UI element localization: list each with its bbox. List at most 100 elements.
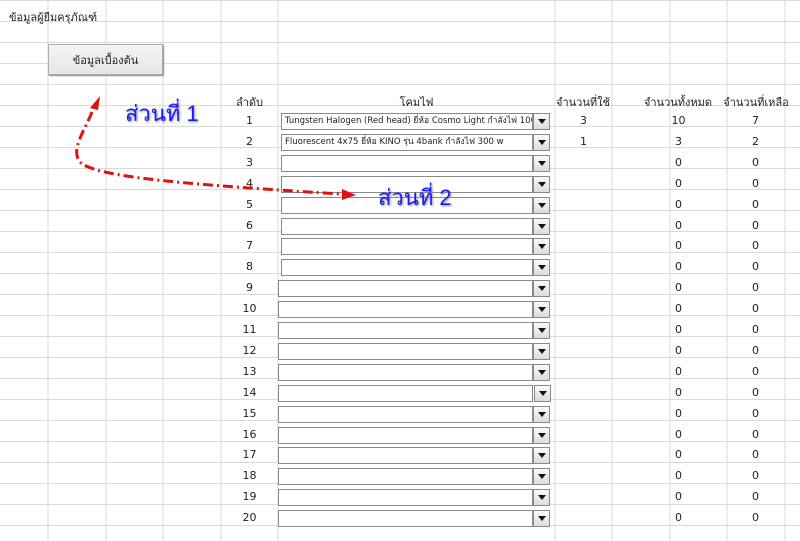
remaining-count: 0 xyxy=(752,323,759,336)
used-count xyxy=(555,320,612,340)
dropdown-arrow-button[interactable] xyxy=(533,133,550,151)
dropdown-arrow-button[interactable] xyxy=(533,468,550,486)
dropdown-arrow-button[interactable] xyxy=(533,426,550,444)
remaining-count: 0 xyxy=(752,511,759,525)
lamp-select[interactable] xyxy=(281,217,533,235)
remaining-count: 0 xyxy=(752,197,759,211)
row-number: 3 xyxy=(246,155,253,169)
row-number: 12 xyxy=(242,343,257,357)
total-count: 0 xyxy=(675,176,682,190)
lamp-select[interactable] xyxy=(278,342,533,360)
lamp-select[interactable] xyxy=(281,238,533,256)
remaining-count: 0 xyxy=(752,281,759,295)
lamp-select[interactable] xyxy=(278,447,533,465)
remaining-count: 2 xyxy=(752,134,759,148)
lamp-select[interactable] xyxy=(278,301,533,319)
lamp-select[interactable] xyxy=(278,510,533,528)
chevron-down-icon xyxy=(537,453,546,459)
used-count: 1 xyxy=(580,134,587,148)
header-lamp: โคมไฟ xyxy=(399,96,434,109)
dropdown-arrow-button[interactable] xyxy=(533,238,550,256)
dropdown-arrow-button[interactable] xyxy=(533,175,550,193)
lamp-select[interactable] xyxy=(278,426,533,444)
row-number: 13 xyxy=(242,364,257,378)
total-count: 0 xyxy=(675,281,682,295)
row-number: 19 xyxy=(242,490,257,504)
lamp-select[interactable] xyxy=(278,280,533,298)
total-count: 0 xyxy=(675,323,682,336)
dropdown-arrow-button[interactable] xyxy=(533,363,550,381)
dropdown-arrow-button[interactable] xyxy=(533,196,550,214)
dropdown-arrow-button[interactable] xyxy=(534,384,551,402)
remaining-count: 0 xyxy=(752,385,759,399)
dropdown-arrow-button[interactable] xyxy=(533,322,550,339)
lamp-select[interactable] xyxy=(278,363,533,381)
total-count: 0 xyxy=(675,239,682,253)
remaining-count: 0 xyxy=(752,343,759,357)
total-count: 0 xyxy=(675,343,682,357)
dropdown-arrow-button[interactable] xyxy=(533,154,550,172)
dropdown-arrow-button[interactable] xyxy=(533,342,550,360)
total-count: 0 xyxy=(675,469,682,483)
lamp-select[interactable] xyxy=(278,322,533,339)
dropdown-arrow-button[interactable] xyxy=(533,259,550,277)
used-count xyxy=(555,383,612,403)
remaining-count: 0 xyxy=(752,176,759,190)
dropdown-arrow-button[interactable] xyxy=(533,489,550,507)
lamp-select[interactable] xyxy=(281,259,533,277)
used-count xyxy=(555,299,612,319)
lamp-select[interactable] xyxy=(278,468,533,486)
row-number: 14 xyxy=(242,385,257,399)
chevron-down-icon xyxy=(537,307,546,313)
chevron-down-icon xyxy=(537,181,546,187)
used-count xyxy=(555,153,612,173)
used-count xyxy=(555,216,612,236)
row-number: 2 xyxy=(246,134,253,148)
remaining-count: 0 xyxy=(752,302,759,316)
row-number: 15 xyxy=(242,406,257,420)
used-count xyxy=(555,362,612,382)
used-count xyxy=(555,445,612,465)
header-remaining: จำนวนที่เหลือ xyxy=(723,96,789,109)
total-count: 0 xyxy=(675,490,682,504)
used-count xyxy=(555,174,612,194)
dropdown-arrow-button[interactable] xyxy=(533,405,550,423)
remaining-count: 0 xyxy=(752,469,759,483)
chevron-down-icon xyxy=(537,495,546,501)
lamp-select[interactable] xyxy=(281,154,533,172)
remaining-count: 0 xyxy=(752,406,759,420)
dropdown-arrow-button[interactable] xyxy=(533,113,550,130)
sheet-title: ข้อมูลผู้ยืมครุภัณฑ์ xyxy=(9,11,98,24)
used-count xyxy=(555,236,612,256)
row-number: 17 xyxy=(242,448,257,462)
lamp-select[interactable] xyxy=(278,384,533,402)
chevron-down-icon xyxy=(537,411,546,417)
dropdown-arrow-button[interactable] xyxy=(533,447,550,465)
chevron-down-icon xyxy=(537,244,546,250)
chevron-down-icon xyxy=(537,432,546,438)
basic-info-button[interactable]: ข้อมูลเบื้องต้น xyxy=(48,44,163,75)
header-used: จำนวนที่ใช้ xyxy=(556,96,610,109)
remaining-count: 0 xyxy=(752,490,759,504)
lamp-select[interactable] xyxy=(278,489,533,507)
row-number: 9 xyxy=(246,281,253,295)
dropdown-arrow-button[interactable] xyxy=(533,280,550,298)
header-no: ลำดับ xyxy=(235,96,264,109)
annotation-part-1: ส่วนที่ 1 xyxy=(125,101,199,126)
header-total: จำนวนทั้งหมด xyxy=(643,96,713,109)
total-count: 3 xyxy=(675,134,682,148)
row-number: 20 xyxy=(242,511,257,525)
chevron-down-icon xyxy=(537,223,546,229)
lamp-select[interactable] xyxy=(278,405,533,423)
dropdown-arrow-button[interactable] xyxy=(533,217,550,235)
row-number: 7 xyxy=(246,239,253,253)
lamp-select[interactable]: Tungsten Halogen (Red head) ยี่ห้อ Cosmo… xyxy=(281,113,533,130)
remaining-count: 0 xyxy=(752,364,759,378)
lamp-select[interactable]: Fluorescent 4x75 ยี่ห้อ KINO รุ่น 4bank … xyxy=(281,133,533,151)
chevron-down-icon xyxy=(537,474,546,480)
dropdown-arrow-button[interactable] xyxy=(533,301,550,319)
row-number: 11 xyxy=(242,323,257,336)
dropdown-arrow-button[interactable] xyxy=(533,510,550,528)
total-count: 0 xyxy=(675,197,682,211)
total-count: 0 xyxy=(675,448,682,462)
